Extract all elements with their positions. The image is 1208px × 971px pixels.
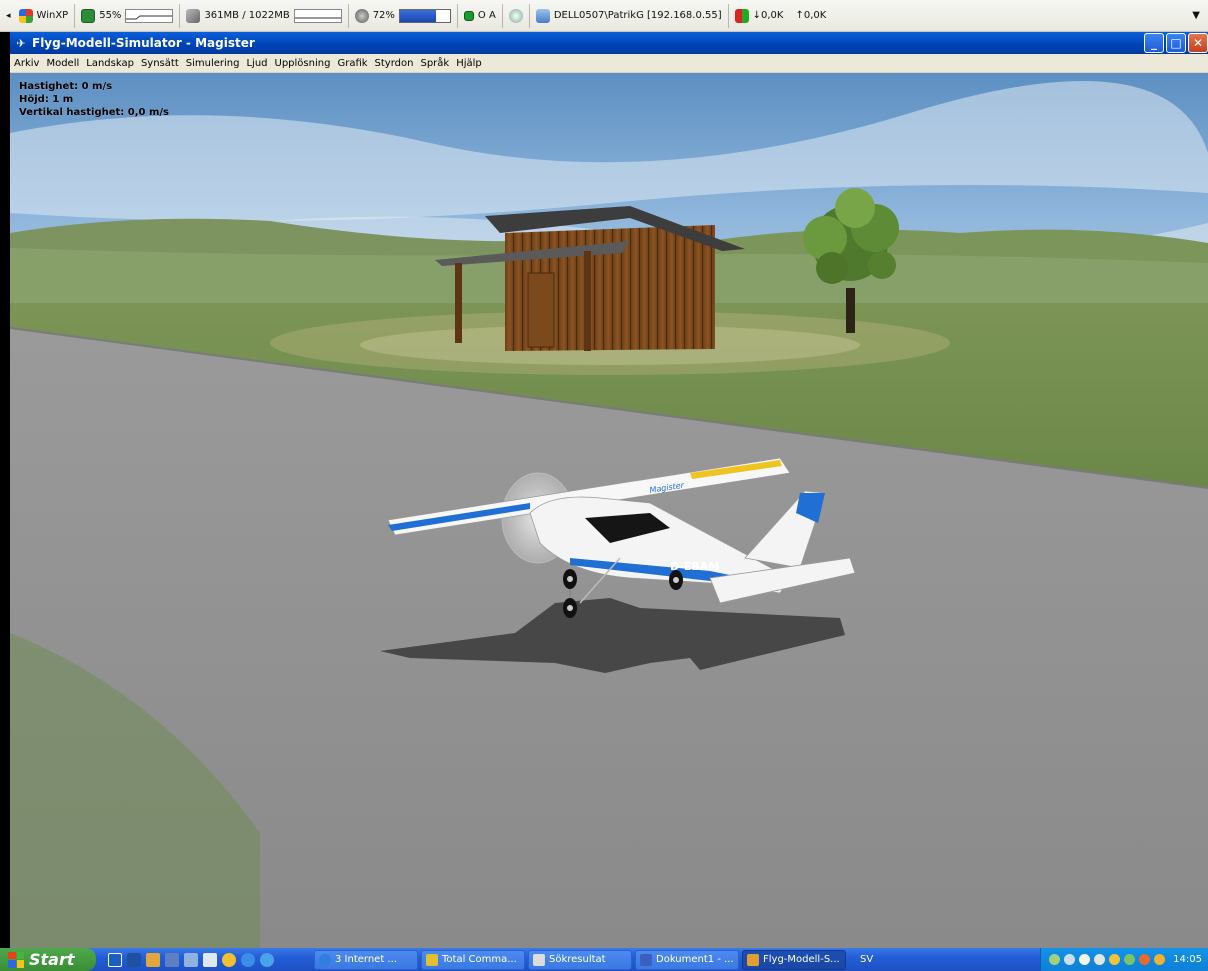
tray-panda-icon[interactable] [1079,954,1091,965]
network-arrows-icon [734,8,749,23]
menu-hjalp[interactable]: Hjälp [456,58,482,69]
network-traffic: ↓0,0K ↑0,0K [729,4,833,28]
quick-launch [108,952,274,967]
menu-landskap[interactable]: Landskap [86,58,134,69]
task-label: 3 Internet ... [335,954,397,965]
task-label: Total Comma... [442,954,517,965]
menu-modell[interactable]: Modell [46,58,79,69]
lightbulb-icon [508,8,523,23]
menu-synsatt[interactable]: Synsätt [141,58,179,69]
window-controls: _ □ ✕ [1144,33,1208,53]
window-title: Flyg-Modell-Simulator - Magister [32,36,255,50]
window-titlebar[interactable]: ✈ Flyg-Modell-Simulator - Magister _ □ ✕ [10,32,1208,54]
scroll-left-icon[interactable]: ◂ [6,11,11,21]
network-host[interactable]: DELL0507\PatrikG [192.168.0.55] [530,3,729,28]
caps-state: O A [477,10,496,21]
scene-render: D-EBAM Magister [10,73,1208,948]
minimize-button[interactable]: _ [1144,33,1164,53]
task-document[interactable]: Dokument1 - ... [635,949,739,970]
clock[interactable]: 14:05 [1173,954,1202,965]
system-tray: 14:05 [1040,948,1208,971]
memory-value: 361MB / 1022MB [204,10,290,21]
app-icon: ✈ [16,36,26,50]
cpu-icon [81,8,96,23]
windows-flag-icon [8,951,24,968]
menu-ljud[interactable]: Ljud [246,58,267,69]
tray-tool-icon[interactable] [1154,954,1166,965]
memory-meter[interactable]: 361MB / 1022MB [180,3,349,28]
word-icon [640,953,652,966]
quicklaunch-clock-icon[interactable] [222,952,236,967]
simulator-viewport[interactable]: D-EBAM Magister Hastighet: 0 m/s Höjd: 1… [10,73,1208,948]
quicklaunch-app-icon[interactable] [165,952,179,967]
start-label: Start [29,950,75,969]
quicklaunch-globe-icon[interactable] [260,952,274,967]
hud-height: Höjd: 1 m [19,94,74,105]
task-internet[interactable]: 3 Internet ... [314,949,418,970]
floppy-icon [426,953,438,966]
flight-hud: Hastighet: 0 m/s Höjd: 1 m Vertikal hast… [19,80,169,119]
taskbar: Start 3 Internet ... Total Comma... Sökr… [0,948,1208,971]
hud-speed: Hastighet: 0 m/s [19,81,113,92]
start-button[interactable]: Start [0,948,96,971]
network-host-label: DELL0507\PatrikG [192.168.0.55] [553,10,722,21]
menu-arkiv[interactable]: Arkiv [14,58,39,69]
task-search-results[interactable]: Sökresultat [528,949,632,970]
menu-grafik[interactable]: Grafik [337,58,367,69]
disk-progress [398,8,451,23]
disk-meter[interactable]: 72% [349,3,458,28]
hud-vertical-speed: Vertikal hastighet: 0,0 m/s [19,107,169,118]
disk-value: 72% [372,10,395,21]
screen: ◂ WinXP 55% 361MB / 1022MB 72% O A DELL0… [0,0,1208,971]
airplane-icon [747,953,759,966]
maximize-button[interactable]: □ [1166,33,1186,53]
tray-sync-icon[interactable] [1124,954,1136,965]
language-indicator[interactable]: SV [854,954,914,965]
menu-styrdon[interactable]: Styrdon [375,58,414,69]
quicklaunch-save-icon[interactable] [127,952,141,967]
winxp-label: WinXP [36,10,69,21]
menu-sprak[interactable]: Språk [420,58,449,69]
memory-graph [293,8,342,23]
quicklaunch-v-icon[interactable] [108,952,122,967]
keyboard-state: O A [458,3,503,28]
cpu-graph [125,8,174,23]
system-status-bar: ◂ WinXP 55% 361MB / 1022MB 72% O A DELL0… [0,0,1208,32]
tray-volume-icon[interactable] [1109,954,1121,965]
task-label: Dokument1 - ... [656,954,734,965]
menu-simulering[interactable]: Simulering [186,58,240,69]
quicklaunch-doc-icon[interactable] [203,952,217,967]
tray-shield-icon[interactable] [1094,954,1106,965]
download-rate: ↓0,0K [752,10,784,21]
task-total-commander[interactable]: Total Comma... [421,949,525,970]
upload-rate: ↑0,0K [795,10,827,21]
quicklaunch-tool-icon[interactable] [146,952,160,967]
help-button[interactable] [503,3,530,28]
windows-logo-icon [18,8,33,23]
disk-progress-fill [399,9,436,22]
dropdown-arrow-icon[interactable]: ▼ [1192,10,1200,21]
quicklaunch-monitor-icon[interactable] [184,952,198,967]
cpu-value: 55% [99,10,122,21]
tray-update-icon[interactable] [1139,954,1151,965]
task-label: Sökresultat [549,954,606,965]
close-button[interactable]: ✕ [1188,33,1208,53]
quicklaunch-ie-icon[interactable] [241,952,255,967]
search-window-icon [533,953,545,966]
winxp-menu[interactable]: WinXP [13,3,76,28]
ie-icon [319,953,331,966]
memory-icon [186,8,201,23]
computer-icon [535,8,550,23]
led-icon [463,10,474,21]
task-label: Flyg-Modell-S... [763,954,840,965]
tray-network-icon[interactable] [1049,954,1061,965]
tray-monitor-icon[interactable] [1064,954,1076,965]
menu-bar: Arkiv Modell Landskap Synsätt Simulering… [10,54,1208,73]
cpu-meter[interactable]: 55% [75,3,181,28]
task-list: 3 Internet ... Total Comma... Sökresulta… [314,949,846,970]
disk-icon [354,8,369,23]
menu-upplosning[interactable]: Upplösning [275,58,331,69]
task-flight-sim[interactable]: Flyg-Modell-S... [742,949,846,970]
